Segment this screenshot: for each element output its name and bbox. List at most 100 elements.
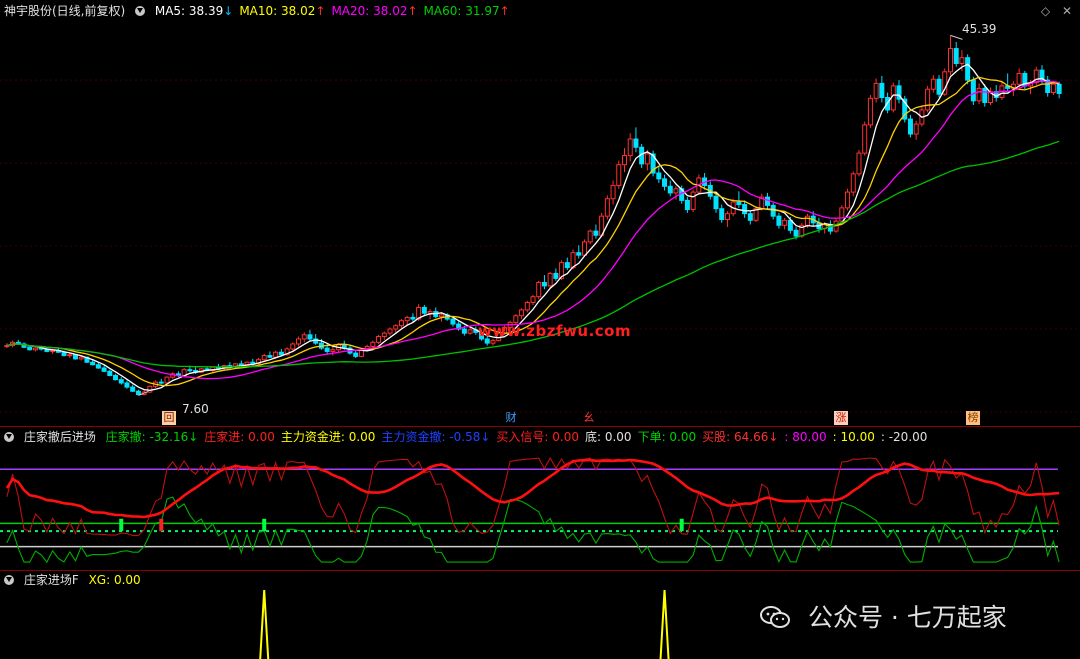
candle-body xyxy=(135,390,141,396)
candle-body xyxy=(553,272,559,279)
candle-body xyxy=(627,138,633,157)
candle-body xyxy=(564,262,570,269)
candle-body xyxy=(467,329,473,334)
candle-body xyxy=(278,351,284,356)
ma-legend-item-1: MA10: 38.02↑ xyxy=(239,4,326,18)
event-marker-zhang[interactable]: 涨 xyxy=(834,411,848,425)
candle-body xyxy=(576,252,582,256)
candle-body xyxy=(67,354,73,357)
panel-separator-1[interactable] xyxy=(0,426,1080,427)
candle-body xyxy=(101,367,107,372)
low-price-label: 7.60 xyxy=(182,402,209,416)
candle-body xyxy=(845,191,851,209)
ma-legend: MA5: 38.39↓ MA10: 38.02↑ MA20: 38.02↑ MA60:… xyxy=(155,4,516,18)
candle-body xyxy=(427,311,433,314)
high-marker-line xyxy=(950,34,963,40)
candle-body xyxy=(107,370,113,376)
candle-body xyxy=(524,301,530,311)
candle-body xyxy=(370,341,376,347)
candle-body xyxy=(839,207,845,222)
candle-body xyxy=(925,88,931,111)
candle-body xyxy=(164,376,170,384)
indicator-1-dropdown-icon[interactable] xyxy=(4,432,14,442)
candle-body xyxy=(536,282,542,298)
signal-bar xyxy=(119,518,124,532)
candle-body xyxy=(947,48,953,73)
panel-separator-2[interactable] xyxy=(0,570,1080,571)
indicator-1-title[interactable]: 庄家撤后进场 xyxy=(24,430,96,444)
candle-body xyxy=(398,320,404,327)
candle-body xyxy=(879,82,885,99)
candle-body xyxy=(32,347,38,351)
wechat-account-name: 公众号 · 七万起家 xyxy=(807,603,1007,632)
candle-body xyxy=(307,334,313,340)
candle-body xyxy=(261,355,267,361)
candle-body xyxy=(736,201,742,206)
candle-body xyxy=(130,386,136,392)
candlestick-series[interactable] xyxy=(4,35,1062,396)
indicator-1-legend-item-5: 底: 0.00 xyxy=(584,430,632,444)
candle-body xyxy=(147,385,153,393)
indicator-1-legend-item-6: 下单: 0.00 xyxy=(637,430,697,444)
high-price-label: 45.39 xyxy=(962,22,997,36)
candle-body xyxy=(690,191,696,211)
signal-bar xyxy=(262,518,267,532)
watermark-text: www.zbzfwu.com xyxy=(478,322,632,340)
candle-body xyxy=(387,328,393,334)
candle-body xyxy=(976,87,982,102)
trend-arrow-icon: ↑ xyxy=(315,4,326,18)
candle-body xyxy=(541,282,547,287)
zhuangjia-che-line xyxy=(6,496,1060,564)
indicator-1-legend-item-9: : 10.00 xyxy=(832,430,875,444)
signal-bar xyxy=(679,518,684,532)
candle-body xyxy=(267,355,273,358)
settings-dropdown-icon[interactable] xyxy=(135,6,146,16)
diamond-icon[interactable]: ◇ xyxy=(1041,4,1050,18)
candle-body xyxy=(324,347,330,352)
candle-body xyxy=(616,164,622,186)
event-marker-hui[interactable]: 回 xyxy=(162,411,176,425)
indicator-2-title[interactable]: 庄家进场F xyxy=(24,573,79,587)
signal-bar xyxy=(159,518,164,532)
candle-body xyxy=(404,316,410,322)
xg-signal-spike xyxy=(259,589,270,659)
candle-body xyxy=(856,152,862,175)
candle-body xyxy=(622,155,628,166)
candle-body xyxy=(581,241,587,256)
candle-body xyxy=(633,138,639,148)
indicator-1-legend-item-2: 主力资金进: 0.00 xyxy=(280,430,376,444)
event-marker-bang[interactable]: 榜 xyxy=(966,411,980,425)
candle-body xyxy=(1056,83,1062,94)
candle-body xyxy=(587,230,593,243)
trend-arrow-icon: ↑ xyxy=(499,4,510,18)
ma-legend-item-3: MA60: 31.97↑ xyxy=(423,4,510,18)
main-panel-header: 神宇股份(日线,前复权) MA5: 38.39↓ MA10: 38.02↑ MA20… xyxy=(4,3,522,19)
candle-body xyxy=(461,328,467,334)
candle-body xyxy=(421,306,427,314)
candle-body xyxy=(124,382,130,388)
candle-body xyxy=(547,272,553,287)
indicator-panel-1[interactable] xyxy=(0,456,1080,564)
candle-body xyxy=(273,351,279,358)
candle-body xyxy=(1050,83,1056,94)
candle-body xyxy=(782,219,788,226)
stock-title[interactable]: 神宇股份(日线,前复权) xyxy=(4,4,125,18)
candle-body xyxy=(438,314,444,318)
candle-body xyxy=(793,229,799,237)
candle-body xyxy=(970,79,976,102)
indicator-1-legend-item-4: 买入信号: 0.00 xyxy=(496,430,579,444)
wechat-logo-icon xyxy=(760,606,790,628)
candle-body xyxy=(907,118,913,135)
indicator-1-legend-item-7: 买股: 64.66↓ xyxy=(702,430,779,444)
candle-body xyxy=(530,296,536,303)
indicator-2-dropdown-icon[interactable] xyxy=(4,575,14,585)
candle-body xyxy=(656,172,662,180)
candle-body xyxy=(850,173,856,193)
candle-body xyxy=(61,351,67,357)
event-marker-cai[interactable]: 财 xyxy=(504,411,518,425)
candle-body xyxy=(381,332,387,337)
close-icon[interactable]: ✕ xyxy=(1062,4,1072,18)
candle-body xyxy=(662,178,668,187)
event-marker-yao[interactable]: 幺 xyxy=(582,411,596,425)
ma5-line xyxy=(6,63,1060,391)
